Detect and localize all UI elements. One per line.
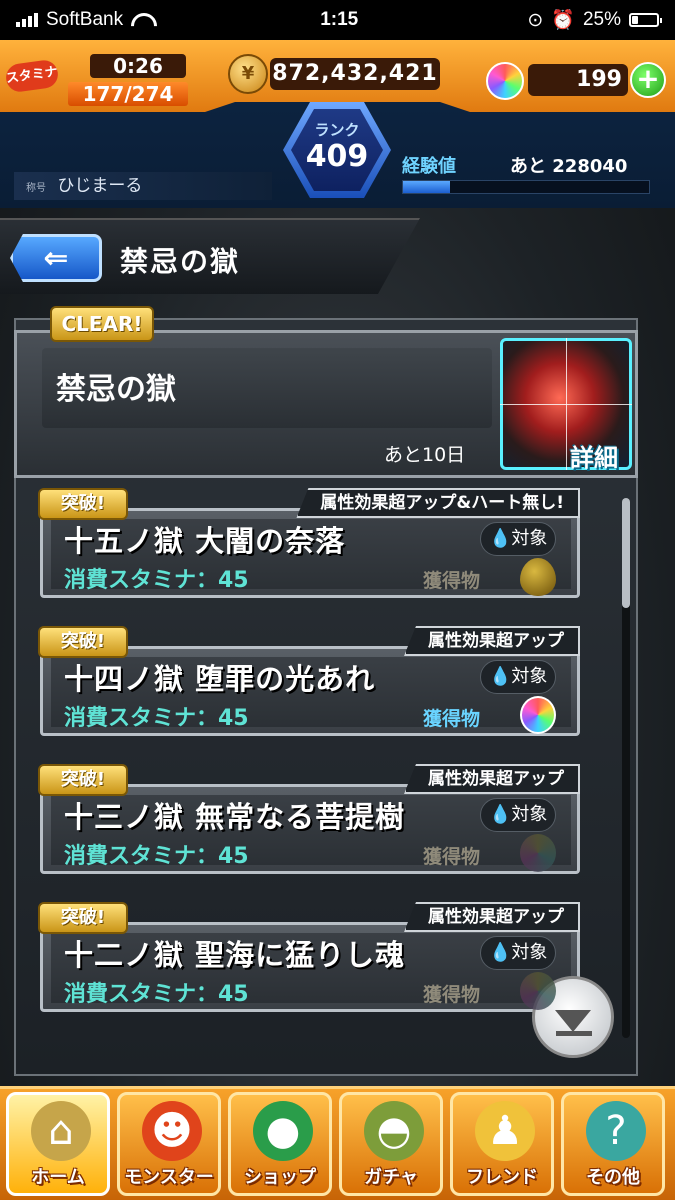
nav-label: その他 <box>586 1167 640 1188</box>
nav-other[interactable]: ? その他 <box>561 1092 665 1196</box>
rank-value: 409 <box>305 139 369 174</box>
download-arrow-icon <box>555 1010 591 1032</box>
rank-label: ランク <box>314 121 360 139</box>
stage-name: 十五ノ獄 大闇の奈落 <box>64 524 346 558</box>
battery-percent: 25% <box>582 9 621 30</box>
reward-label: 獲得物 <box>422 846 480 868</box>
nav-label: モンスター <box>124 1167 214 1188</box>
stamina-cost: 消費スタミナ：45 <box>64 982 249 1007</box>
breakthrough-tag: 突破! <box>38 764 128 796</box>
detail-button[interactable]: 詳細 <box>570 438 618 473</box>
stage-effect-banner: 属性効果超アップ <box>404 902 580 932</box>
game-hud: スタミナ 0:26 177/274 ¥ 872,432,421 199 + ラン… <box>0 40 675 208</box>
player-title-icon: 称号 <box>26 183 46 194</box>
orb-count: 199 <box>528 64 628 96</box>
thumbnail-crosshair <box>566 338 567 470</box>
nav-shop-orb[interactable]: ● ショップ <box>228 1092 332 1196</box>
stage-item[interactable]: 突破! 属性効果超アップ&ハート無し! 十五ノ獄 大闇の奈落 💧対象 消費スタミ… <box>38 488 580 598</box>
signal-icon <box>16 13 38 27</box>
target-label: 対象 <box>511 528 548 549</box>
home-icon: ⌂ <box>31 1101 91 1161</box>
orb-icon <box>520 696 556 734</box>
nav-home[interactable]: ⌂ ホーム <box>6 1092 110 1196</box>
player-name: ひじまーる <box>57 176 143 196</box>
nav-label: ホーム <box>31 1167 85 1188</box>
clear-badge: CLEAR! <box>50 306 154 342</box>
water-drop-icon: 💧 <box>489 804 512 825</box>
alarm-icon: ⏰ <box>551 10 575 31</box>
breakthrough-tag: 突破! <box>38 626 128 658</box>
water-drop-icon: 💧 <box>489 666 512 687</box>
gold-coin-icon: ¥ <box>228 54 268 94</box>
nav-label: ガチャ <box>364 1167 418 1188</box>
reward-label: 獲得物 <box>422 570 480 592</box>
egg-icon <box>520 558 556 596</box>
rank-badge[interactable]: ランク 409 <box>283 102 391 198</box>
exp-bar <box>402 180 650 194</box>
other-icon: ? <box>586 1101 646 1161</box>
target-element-pill[interactable]: 💧対象 <box>480 936 556 970</box>
stamina-panel[interactable]: スタミナ 0:26 177/274 <box>4 50 196 108</box>
target-element-pill[interactable]: 💧対象 <box>480 660 556 694</box>
nav-label: フレンド <box>466 1167 538 1188</box>
buy-orbs-button[interactable]: + <box>630 62 666 98</box>
nav-friend[interactable]: ♟ フレンド <box>450 1092 554 1196</box>
orb-icon <box>520 834 556 872</box>
friend-icon: ♟ <box>475 1101 535 1161</box>
target-label: 対象 <box>511 942 548 963</box>
rotation-lock-icon: ⊙ <box>527 9 544 31</box>
nav-gacha-egg[interactable]: ◓ ガチャ <box>339 1092 443 1196</box>
target-label: 対象 <box>511 804 548 825</box>
wifi-icon <box>131 13 151 27</box>
target-label: 対象 <box>511 666 548 687</box>
exp-remaining: あと 228040 <box>510 156 628 177</box>
download-bar-icon <box>556 1031 592 1036</box>
monster-icon: ☻ <box>142 1101 202 1161</box>
exp-bar-fill <box>403 181 450 193</box>
stage-name: 十三ノ獄 無常なる菩提樹 <box>64 800 406 834</box>
reward-label: 獲得物 <box>422 708 480 730</box>
water-drop-icon: 💧 <box>489 942 512 963</box>
back-button[interactable]: ⇐ <box>10 234 102 282</box>
breakthrough-tag: 突破! <box>38 488 128 520</box>
gacha-egg-icon: ◓ <box>364 1101 424 1161</box>
target-element-pill[interactable]: 💧対象 <box>480 798 556 832</box>
reward-label: 獲得物 <box>422 984 480 1006</box>
carrier-label: SoftBank <box>46 9 124 30</box>
clock: 1:15 <box>320 9 359 30</box>
player-name-bar[interactable]: 称号 ひじまーる <box>14 172 272 200</box>
stage-effect-banner: 属性効果超アップ&ハート無し! <box>296 488 580 518</box>
stage-name: 十二ノ獄 聖海に猛りし魂 <box>64 938 406 972</box>
screen-title: 禁忌の獄 <box>120 245 241 278</box>
stage-item[interactable]: 突破! 属性効果超アップ 十四ノ獄 堕罪の光あれ 💧対象 消費スタミナ：45 獲… <box>38 626 580 736</box>
stamina-cost: 消費スタミナ：45 <box>64 568 249 593</box>
stage-name: 十四ノ獄 堕罪の光あれ <box>64 662 376 696</box>
stamina-value: 177/274 <box>68 82 188 106</box>
stamina-cost: 消費スタミナ：45 <box>64 844 249 869</box>
target-element-pill[interactable]: 💧対象 <box>480 522 556 556</box>
water-drop-icon: 💧 <box>489 528 512 549</box>
nav-label: ショップ <box>244 1167 316 1188</box>
nav-monster[interactable]: ☻ モンスター <box>117 1092 221 1196</box>
stage-item[interactable]: 突破! 属性効果超アップ 十二ノ獄 聖海に猛りし魂 💧対象 消費スタミナ：45 … <box>38 902 580 1012</box>
quest-name: 禁忌の獄 <box>56 372 176 407</box>
stamina-cost: 消費スタミナ：45 <box>64 706 249 731</box>
stage-item[interactable]: 突破! 属性効果超アップ 十三ノ獄 無常なる菩提樹 💧対象 消費スタミナ：45 … <box>38 764 580 874</box>
status-bar: SoftBank 1:15 ⊙ ⏰ 25% <box>0 0 675 40</box>
back-arrow-icon: ⇐ <box>43 240 69 276</box>
shop-orb-icon: ● <box>253 1101 313 1161</box>
battery-icon <box>628 13 662 27</box>
days-left: あと10日 <box>384 444 466 466</box>
breakthrough-tag: 突破! <box>38 902 128 934</box>
orb-icon <box>486 62 524 100</box>
stage-effect-banner: 属性効果超アップ <box>404 626 580 656</box>
stamina-tag: スタミナ <box>4 58 60 94</box>
gold-amount: 872,432,421 <box>270 58 440 90</box>
orb-icon <box>520 972 556 1010</box>
stamina-timer: 0:26 <box>90 54 186 78</box>
stage-effect-banner: 属性効果超アップ <box>404 764 580 794</box>
exp-label: 経験値 <box>402 156 456 177</box>
scrollbar-thumb[interactable] <box>622 498 630 608</box>
